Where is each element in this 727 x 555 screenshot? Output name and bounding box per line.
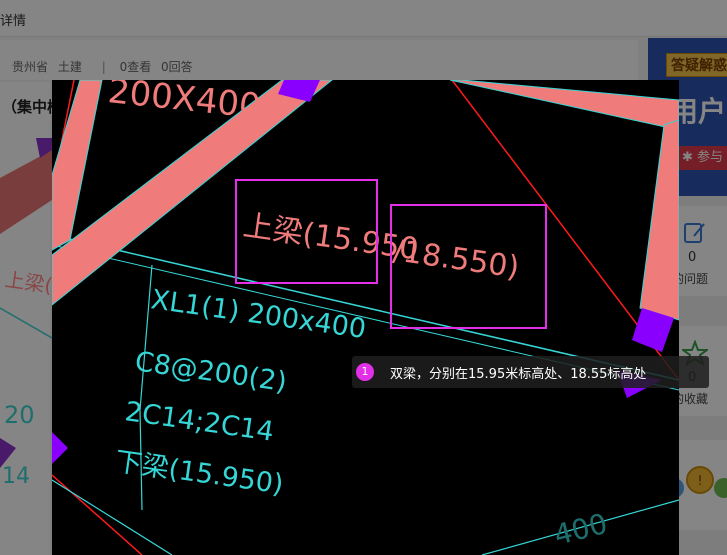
highlight-box-elevation[interactable] bbox=[390, 204, 547, 329]
stirrup-text: C8@200(2) bbox=[133, 346, 289, 398]
axis-line-bottom bbox=[52, 474, 143, 555]
annotation-badge: 1 bbox=[356, 363, 374, 381]
cad-drawing: 200X400 上梁(15.950 /18.550) XL1(1) 200x40… bbox=[52, 80, 679, 555]
rebar-text: 2C14;2C14 bbox=[123, 396, 276, 448]
annotation-note[interactable]: 1 双梁，分别在15.95米标高处、18.55标高处 bbox=[352, 356, 709, 388]
beam-right bbox=[639, 119, 679, 321]
lower-beam-text: 下梁(15.950) bbox=[113, 446, 285, 500]
left-14-text: 14 bbox=[2, 464, 30, 489]
left-upper-beam-text: 上梁(1 bbox=[3, 267, 52, 299]
bottom-outline bbox=[52, 479, 173, 555]
image-viewer[interactable]: 200X400 上梁(15.950 /18.550) XL1(1) 200x40… bbox=[52, 80, 679, 555]
dim-top-text: 200X400 bbox=[106, 80, 262, 127]
xl-label-text: XL1(1) 200x400 bbox=[149, 284, 368, 345]
highlight-box-upper-beam[interactable] bbox=[235, 179, 378, 284]
dim-bottom-text: 400 bbox=[551, 507, 611, 552]
column-left bbox=[52, 432, 68, 464]
annotation-text: 双梁，分别在15.95米标高处、18.55标高处 bbox=[390, 367, 647, 382]
left-200-text: 20 bbox=[4, 401, 35, 429]
previous-cad-drawing: 上梁(1 20 14 bbox=[0, 138, 52, 489]
previous-image-preview[interactable]: 上梁(1 20 14 bbox=[0, 138, 52, 555]
